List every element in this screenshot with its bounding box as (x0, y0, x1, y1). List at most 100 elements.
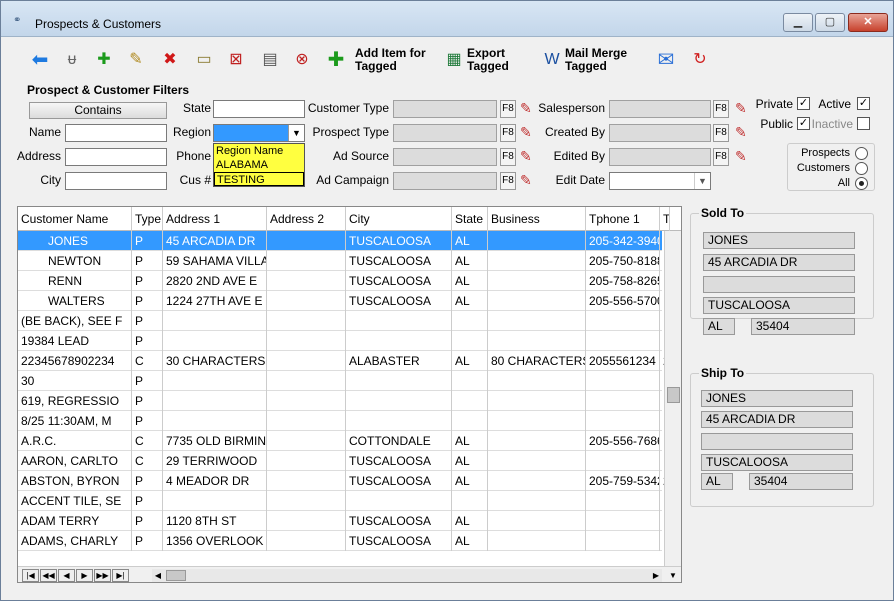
address-input[interactable] (65, 148, 167, 166)
tag-icon[interactable]: ᵾ (61, 49, 83, 71)
first-record-icon[interactable]: |◀ (22, 569, 39, 582)
table-cell: P (132, 471, 163, 491)
region-select[interactable]: ▼ (213, 124, 305, 142)
salesperson-input[interactable] (609, 100, 711, 118)
table-row[interactable]: NEWTONP59 SAHAMA VILLAGI TUSCALOOSAAL 205-… (18, 251, 670, 271)
cancel-tag-icon[interactable]: ⊠ (225, 49, 247, 71)
ad-campaign-f8-button[interactable]: F8 (500, 172, 516, 190)
all-radio[interactable] (855, 177, 868, 190)
table-row[interactable]: ABSTON, BYRON P 4 MEADOR DR TUSCALOOSA AL 205… (18, 471, 670, 491)
created-by-f8-button[interactable]: F8 (713, 124, 729, 142)
name-input[interactable] (65, 124, 167, 142)
next-page-icon[interactable]: ▶▶ (94, 569, 111, 582)
contains-button[interactable]: Contains (29, 102, 167, 119)
table-row[interactable]: 619, REGRESSIO P (18, 391, 670, 411)
maximize-button[interactable]: ▢ (815, 13, 845, 32)
customer-type-f8-button[interactable]: F8 (500, 100, 516, 118)
sold-to-address2 (703, 276, 855, 293)
region-option[interactable]: TESTING (214, 172, 304, 186)
edited-by-input[interactable] (609, 148, 711, 166)
scrollbar-thumb[interactable] (166, 570, 186, 581)
col-address2-header[interactable]: Address 2 (267, 207, 346, 231)
word-icon[interactable]: W (541, 49, 563, 71)
city-input[interactable] (65, 172, 167, 190)
add-record-icon[interactable]: ✚ (93, 49, 115, 71)
add-tagged-button[interactable]: Add Item for Tagged (355, 47, 426, 73)
prev-record-icon[interactable]: ◀ (58, 569, 75, 582)
delete-record-icon[interactable]: ✖ (159, 49, 181, 71)
edit-date-input[interactable]: ▼ (609, 172, 711, 190)
col-state-header[interactable]: State (452, 207, 488, 231)
region-option[interactable]: ALABAMA (214, 158, 304, 172)
created-by-input[interactable] (609, 124, 711, 142)
table-row[interactable]: 8/25 11:30AM, MP (18, 411, 670, 431)
edit-record-icon[interactable]: ✎ (125, 49, 147, 71)
table-row[interactable]: RENN P 2820 2ND AVE E TUSCALOOSA AL 205-758-8… (18, 271, 670, 291)
table-row[interactable]: WALTERS P 1224 27TH AVE E TUSCALOOSA AL 205-5… (18, 291, 670, 311)
col-customer-name-header[interactable]: Customer Name (18, 207, 132, 231)
email-icon[interactable]: ✉ (655, 49, 677, 71)
region-dropdown-list[interactable]: Region Name ALABAMA TESTING (213, 143, 305, 187)
table-row[interactable]: 30 P (18, 371, 670, 391)
state-label: State (182, 101, 211, 115)
horizontal-scrollbar[interactable]: ◀ ▶ (152, 569, 662, 582)
vertical-scrollbar[interactable] (664, 231, 681, 567)
excel-icon[interactable]: ▦ (443, 49, 465, 71)
back-arrow-icon[interactable]: ⬅ (29, 49, 51, 71)
prev-page-icon[interactable]: ◀◀ (40, 569, 57, 582)
table-row[interactable]: (BE BACK), SEE FP (18, 311, 670, 331)
table-cell (267, 251, 346, 271)
region-option[interactable]: Region Name (214, 144, 304, 158)
close-button[interactable]: ✕ (848, 13, 888, 32)
state-input[interactable] (213, 100, 305, 118)
scrollbar-thumb[interactable] (667, 387, 680, 403)
ad-source-input[interactable] (393, 148, 497, 166)
export-tagged-button[interactable]: Export Tagged (467, 47, 509, 73)
table-row[interactable]: ADAMS, CHARLYP1356 OVERLOOK RD TUSCALOOSA… (18, 531, 670, 551)
table-row[interactable]: 22345678902234C30 CHARACTERS567 ALABASTER… (18, 351, 670, 371)
pencil-icon[interactable]: ✎ (735, 123, 751, 141)
pencil-icon[interactable]: ✎ (735, 147, 751, 165)
scroll-down-icon[interactable]: ▼ (666, 569, 680, 582)
ad-source-f8-button[interactable]: F8 (500, 148, 516, 166)
col-address1-header[interactable]: Address 1 (163, 207, 267, 231)
edited-by-f8-button[interactable]: F8 (713, 148, 729, 166)
mail-merge-button[interactable]: Mail Merge Tagged (565, 47, 627, 73)
customers-radio[interactable] (855, 162, 868, 175)
scroll-right-icon[interactable]: ▶ (650, 569, 662, 582)
col-business-header[interactable]: Business (488, 207, 586, 231)
table-row[interactable]: A.R.C.C7735 OLD BIRMINGH COTTONDALEAL 205-… (18, 431, 670, 451)
add-tagged-icon[interactable]: ✚ (325, 49, 347, 71)
col-tphone1-header[interactable]: Tphone 1 (586, 207, 660, 231)
last-record-icon[interactable]: ▶| (112, 569, 129, 582)
table-cell (586, 411, 660, 431)
table-row[interactable]: JONES P 45 ARCADIA DR TUSCALOOSA AL 205-342-3… (18, 231, 670, 251)
next-record-icon[interactable]: ▶ (76, 569, 93, 582)
minimize-button[interactable]: ▁ (783, 13, 813, 32)
inactive-checkbox[interactable] (857, 117, 870, 130)
chevron-down-icon[interactable]: ▼ (694, 173, 710, 189)
table-row[interactable]: 19384 LEAD P (18, 331, 670, 351)
table-cell (163, 491, 267, 511)
prospects-radio[interactable] (855, 147, 868, 160)
prospect-type-input[interactable] (393, 124, 497, 142)
active-checkbox[interactable]: ✓ (857, 97, 870, 110)
prospect-type-f8-button[interactable]: F8 (500, 124, 516, 142)
refresh-icon[interactable]: ↻ (689, 49, 711, 71)
keyboard-icon[interactable]: ▤ (259, 49, 281, 71)
table-row[interactable]: ACCENT TILE, SE P (18, 491, 670, 511)
col-t-header[interactable]: T (660, 207, 670, 231)
col-city-header[interactable]: City (346, 207, 452, 231)
ad-campaign-input[interactable] (393, 172, 497, 190)
customer-type-input[interactable] (393, 100, 497, 118)
table-row[interactable]: ADAM TERRY P 1120 8TH ST TUSCALOOSA AL (18, 511, 670, 531)
private-checkbox[interactable]: ✓ (797, 97, 810, 110)
col-type-header[interactable]: Type (132, 207, 163, 231)
scroll-left-icon[interactable]: ◀ (152, 569, 164, 582)
table-cell (267, 411, 346, 431)
table-row[interactable]: AARON, CARLTO C 29 TERRIWOOD TUSCALOOSA AL (18, 451, 670, 471)
clear-tags-icon[interactable]: ⊗ (291, 49, 313, 71)
pencil-icon[interactable]: ✎ (735, 99, 751, 117)
ticket-icon[interactable]: ▭ (193, 49, 215, 71)
salesperson-f8-button[interactable]: F8 (713, 100, 729, 118)
